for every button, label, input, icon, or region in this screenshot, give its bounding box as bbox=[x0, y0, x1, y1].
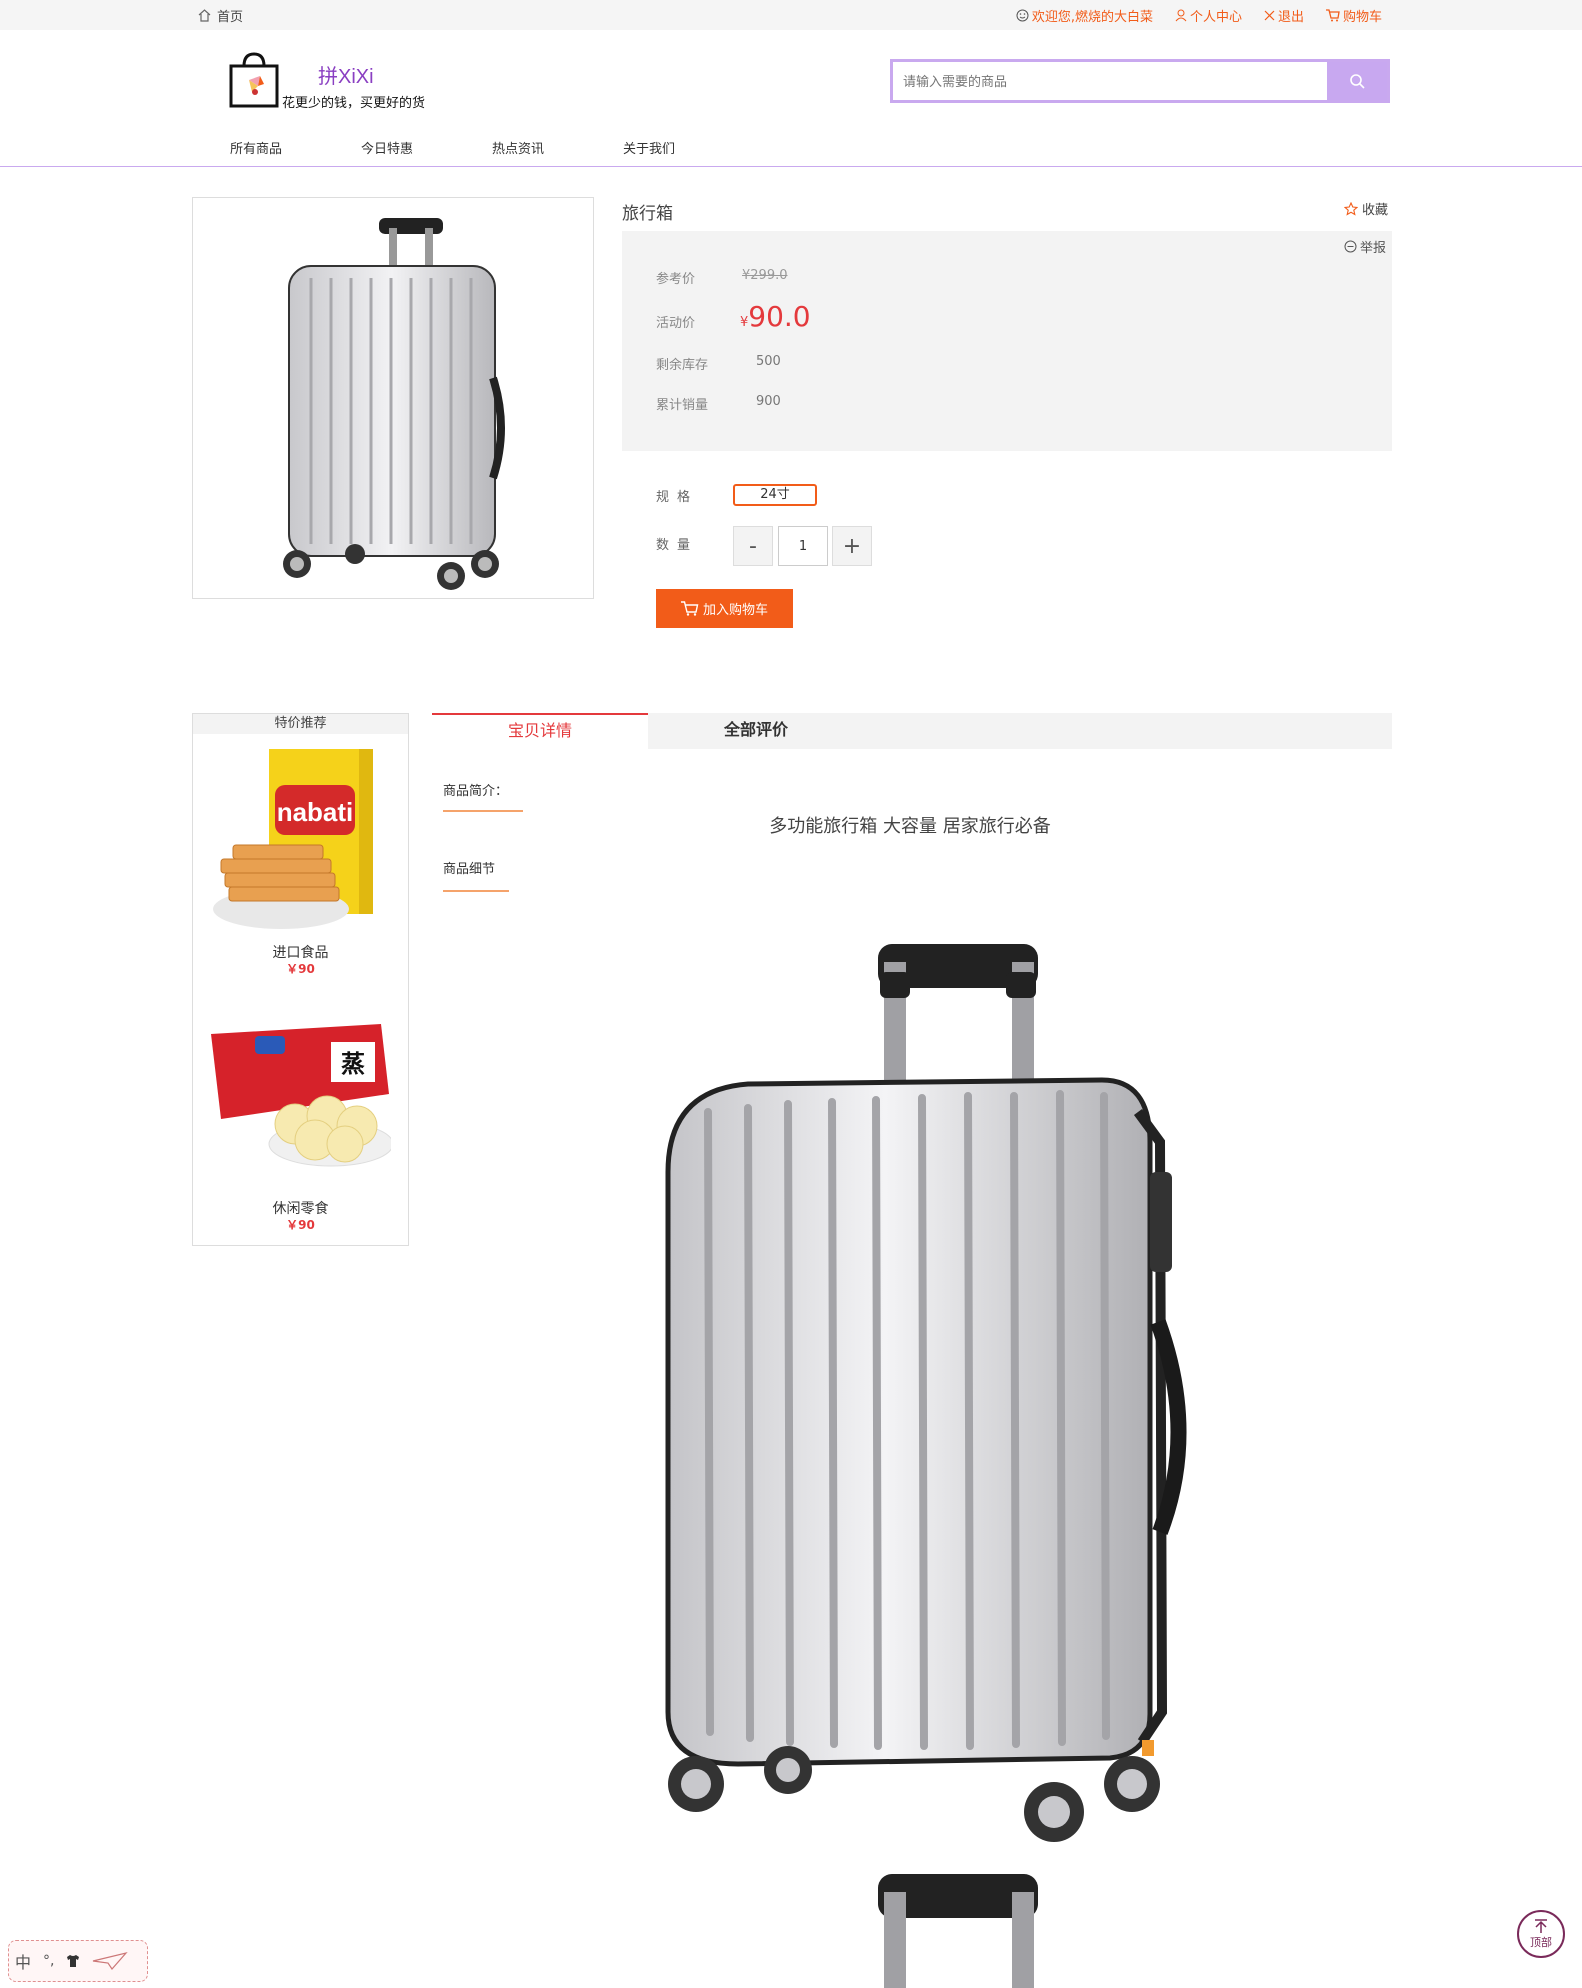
stock-label: 剩余库存 bbox=[656, 358, 709, 373]
recommend-title: 特价推荐 bbox=[193, 714, 408, 734]
ref-price-label: 参考价 bbox=[656, 272, 696, 287]
main-nav: 所有商品 今日特惠 热点资讯 关于我们 bbox=[230, 138, 754, 157]
logo-brand: 拼XiXi bbox=[318, 66, 374, 88]
currency-symbol: ¥ bbox=[740, 315, 749, 330]
top-bar: 首页 欢迎您,燃烧的大白菜 个人中心 退出 购物车 bbox=[0, 0, 1582, 30]
paper-plane-icon[interactable] bbox=[92, 1951, 129, 1971]
arrow-up-icon bbox=[1535, 1919, 1547, 1933]
cart-icon bbox=[680, 601, 699, 616]
sales-value: 900 bbox=[756, 394, 781, 409]
logo-slogan: 花更少的钱，买更好的货 bbox=[282, 96, 426, 111]
tab-details[interactable]: 宝贝详情 bbox=[432, 713, 648, 749]
report-button[interactable]: 举报 bbox=[1344, 237, 1386, 256]
ime-toolbar[interactable]: 中 °, bbox=[8, 1940, 148, 1982]
intro-underline bbox=[443, 810, 523, 812]
detail-underline bbox=[443, 890, 509, 892]
welcome-text: 欢迎您,燃烧的大白菜 bbox=[1031, 10, 1153, 25]
back-to-top-button[interactable]: 顶部 bbox=[1517, 1910, 1565, 1958]
punctuation-icon[interactable]: °, bbox=[43, 1953, 54, 1969]
bread-snack-image: 蒸 bbox=[211, 1024, 394, 1167]
cart-icon bbox=[1325, 9, 1340, 22]
svg-text:蒸: 蒸 bbox=[341, 1050, 365, 1078]
add-to-cart-label: 加入购物车 bbox=[702, 603, 768, 618]
add-to-cart-button[interactable]: 加入购物车 bbox=[656, 589, 793, 628]
promo-price-label: 活动价 bbox=[656, 316, 696, 331]
stock-value: 500 bbox=[756, 354, 781, 369]
detail-image bbox=[538, 912, 1278, 1988]
logout-link[interactable]: 退出 bbox=[1264, 6, 1304, 25]
nav-divider bbox=[0, 166, 1582, 167]
report-icon bbox=[1344, 240, 1357, 253]
ime-mode[interactable]: 中 bbox=[15, 1949, 31, 1973]
qty-minus-button[interactable]: - bbox=[733, 526, 773, 566]
recommend-item-image[interactable]: 蒸 bbox=[211, 1024, 394, 1184]
cart-link[interactable]: 购物车 bbox=[1325, 6, 1382, 25]
intro-heading: 商品简介： bbox=[443, 784, 509, 799]
nav-hot-news[interactable]: 热点资讯 bbox=[492, 138, 623, 157]
qty-input[interactable]: 1 bbox=[778, 526, 828, 566]
search-icon bbox=[1350, 74, 1365, 89]
site-logo[interactable]: 拼XiXi 花更少的钱，买更好的货 bbox=[228, 52, 425, 112]
spec-option-24[interactable]: 24寸 bbox=[733, 484, 817, 506]
home-link[interactable]: 首页 bbox=[198, 6, 243, 25]
suitcase-detail-image bbox=[665, 944, 1187, 1988]
nav-about-us[interactable]: 关于我们 bbox=[623, 138, 754, 157]
smile-icon bbox=[1016, 9, 1029, 22]
recommend-item-price: ￥90 bbox=[286, 962, 315, 976]
qty-plus-button[interactable]: + bbox=[832, 526, 872, 566]
promo-price-group: ¥ 90.0 bbox=[740, 300, 811, 333]
user-links: 欢迎您,燃烧的大白菜 个人中心 退出 购物车 bbox=[1016, 6, 1382, 25]
promo-price: 90.0 bbox=[748, 300, 811, 333]
search-button[interactable] bbox=[1327, 62, 1387, 100]
product-main-image bbox=[192, 197, 594, 599]
report-label: 举报 bbox=[1360, 241, 1387, 256]
search-input[interactable] bbox=[893, 62, 1327, 100]
sales-label: 累计销量 bbox=[656, 398, 709, 413]
user-center-link[interactable]: 个人中心 bbox=[1175, 6, 1242, 25]
recommend-item-price: ￥90 bbox=[286, 1218, 315, 1232]
search-bar bbox=[890, 59, 1390, 103]
home-label: 首页 bbox=[217, 10, 244, 25]
suitcase-image bbox=[283, 218, 505, 590]
recommend-panel: 特价推荐 nabati 进口食品 ￥90 蒸 休闲零食 ￥90 bbox=[192, 713, 409, 1246]
ref-price: ¥299.0 bbox=[742, 268, 788, 283]
wafer-snack-image: nabati bbox=[213, 749, 373, 929]
product-description: 多功能旅行箱 大容量 居家旅行必备 bbox=[769, 816, 1051, 837]
welcome-link[interactable]: 欢迎您,燃烧的大白菜 bbox=[1016, 6, 1153, 25]
tab-reviews[interactable]: 全部评价 bbox=[648, 713, 864, 749]
detail-heading: 商品细节 bbox=[443, 862, 496, 877]
home-icon bbox=[198, 9, 211, 22]
recommend-item-image[interactable]: nabati bbox=[211, 749, 391, 934]
star-icon bbox=[1344, 201, 1358, 216]
favorite-button[interactable]: 收藏 bbox=[1344, 199, 1388, 218]
user-center-label: 个人中心 bbox=[1189, 10, 1242, 25]
recommend-item-name[interactable]: 进口食品 bbox=[193, 942, 408, 962]
shopping-bag-icon bbox=[229, 52, 279, 108]
recommend-item-name[interactable]: 休闲零食 bbox=[193, 1198, 408, 1218]
qty-label: 数量 bbox=[656, 538, 699, 553]
close-icon bbox=[1264, 10, 1275, 21]
nav-today-deals[interactable]: 今日特惠 bbox=[361, 138, 492, 157]
back-to-top-label: 顶部 bbox=[1530, 1936, 1552, 1949]
svg-text:nabati: nabati bbox=[277, 797, 354, 827]
price-panel bbox=[622, 231, 1392, 451]
logout-label: 退出 bbox=[1277, 10, 1304, 25]
user-icon bbox=[1175, 9, 1187, 22]
nav-all-products[interactable]: 所有商品 bbox=[230, 138, 361, 157]
product-title: 旅行箱 bbox=[622, 204, 673, 224]
shirt-icon[interactable] bbox=[66, 1955, 80, 1967]
favorite-label: 收藏 bbox=[1362, 203, 1389, 218]
spec-label: 规格 bbox=[656, 490, 699, 505]
cart-label: 购物车 bbox=[1342, 10, 1382, 25]
